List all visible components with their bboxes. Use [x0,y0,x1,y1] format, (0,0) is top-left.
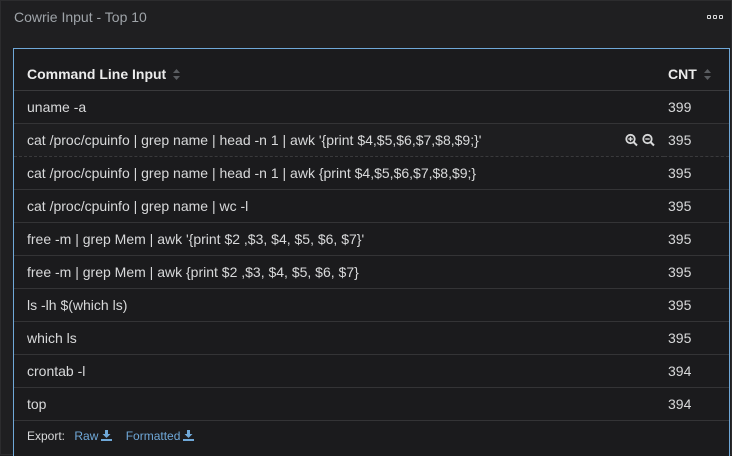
column-header-command[interactable]: Command Line Input [14,58,664,91]
zoom-in-icon[interactable] [625,133,638,147]
count-cell: 394 [664,387,729,421]
sort-icon [703,69,711,80]
column-header-label: CNT [668,66,697,82]
table-row[interactable]: uname -a 399 [14,90,729,124]
export-raw-label: Raw [74,429,99,443]
count-cell: 395 [664,189,729,223]
sort-icon [173,69,181,80]
count-cell: 395 [664,156,729,190]
count-cell: 395 [664,288,729,322]
export-raw-link[interactable]: Raw [74,429,113,443]
table-row[interactable]: free -m | grep Mem | awk '{print $2 ,$3,… [14,222,729,256]
command-text: which ls [27,330,77,346]
command-text: cat /proc/cpuinfo | grep name | head -n … [27,132,482,148]
zoom-out-icon[interactable] [642,133,655,147]
count-cell: 399 [664,90,729,124]
command-text: ls -lh $(which ls) [27,297,128,313]
command-cell: cat /proc/cpuinfo | grep name | wc -l [14,189,664,223]
command-text: free -m | grep Mem | awk {print $2 ,$3, … [27,264,359,280]
export-formatted-link[interactable]: Formatted [126,429,195,443]
command-cell: free -m | grep Mem | awk {print $2 ,$3, … [14,255,664,289]
ellipsis-icon [713,15,717,19]
panel-title: Cowrie Input - Top 10 [14,9,147,25]
download-icon [101,430,113,441]
table-row[interactable]: crontab -l 394 [14,354,729,388]
column-header-label: Command Line Input [27,66,167,82]
export-label: Export: [27,429,66,443]
count-cell: 394 [664,354,729,388]
table-row[interactable]: which ls 395 [14,321,729,355]
command-text: cat /proc/cpuinfo | grep name | wc -l [27,198,249,214]
command-cell: crontab -l [14,354,664,388]
command-text: crontab -l [27,363,86,379]
command-cell: cat /proc/cpuinfo | grep name | head -n … [14,156,664,190]
table-row[interactable]: cat /proc/cpuinfo | grep name | head -n … [14,156,729,190]
table-container: Command Line Input CNT uname -a 399 cat … [13,48,730,456]
export-bar: Export: Raw Formatted [27,429,195,443]
command-text: top [27,396,47,412]
command-cell: ls -lh $(which ls) [14,288,664,322]
export-formatted-label: Formatted [125,429,181,443]
command-cell: cat /proc/cpuinfo | grep name | head -n … [14,123,664,157]
command-text: cat /proc/cpuinfo | grep name | head -n … [27,165,477,181]
dashboard-panel: Cowrie Input - Top 10 Command Line Input [0,0,732,456]
table-row[interactable]: cat /proc/cpuinfo | grep name | head -n … [14,123,729,157]
table-row[interactable]: top 394 [14,387,729,421]
row-filter-actions [625,133,655,147]
command-cell: free -m | grep Mem | awk '{print $2 ,$3,… [14,222,664,256]
command-cell: top [14,387,664,421]
ellipsis-icon [719,15,723,19]
download-icon [183,430,195,441]
data-table: Command Line Input CNT uname -a 399 cat … [14,58,729,421]
command-cell: uname -a [14,90,664,124]
table-row[interactable]: ls -lh $(which ls) 395 [14,288,729,322]
table-row[interactable]: free -m | grep Mem | awk {print $2 ,$3, … [14,255,729,289]
table-row[interactable]: cat /proc/cpuinfo | grep name | wc -l 395 [14,189,729,223]
command-text: uname -a [27,99,87,115]
count-cell: 395 [664,321,729,355]
command-text: free -m | grep Mem | awk '{print $2 ,$3,… [27,231,365,247]
count-cell: 395 [664,123,729,157]
column-header-count[interactable]: CNT [664,58,729,91]
count-cell: 395 [664,255,729,289]
panel-menu-button[interactable] [707,15,723,19]
count-cell: 395 [664,222,729,256]
command-cell: which ls [14,321,664,355]
ellipsis-icon [707,15,711,19]
table-header-row: Command Line Input CNT [14,58,729,91]
